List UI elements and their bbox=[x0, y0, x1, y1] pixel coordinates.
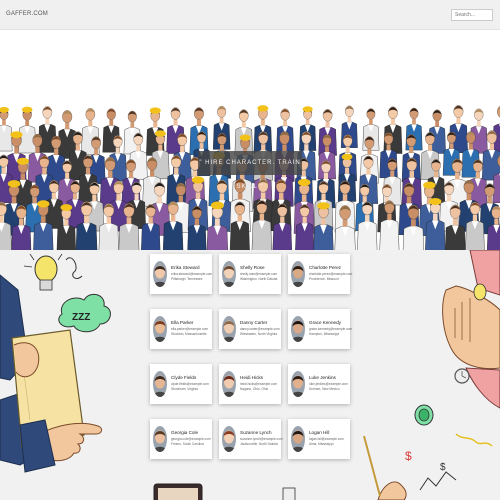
profile-name: Heidi Hicks bbox=[240, 375, 263, 380]
profile-location: Washington, North Dakota bbox=[240, 277, 278, 281]
profile-location: Hampton, Mississippi bbox=[309, 332, 340, 336]
team-section: ZZZ $ $ Erika Steward erika.steward@exam… bbox=[0, 250, 500, 500]
profile-email[interactable]: clyde.fields@example.com bbox=[171, 382, 209, 386]
crowd-person bbox=[383, 106, 403, 154]
profile-name: Danny Carter bbox=[240, 320, 268, 325]
profile-card[interactable]: Suzanne Lynch suzanne.lynch@example.com Ja… bbox=[219, 419, 283, 459]
profile-email[interactable]: heidi.hicks@example.com bbox=[240, 382, 277, 386]
profile-location: Stockton, Massachusetts bbox=[171, 332, 207, 336]
profile-email[interactable]: danny.carter@example.com bbox=[240, 327, 280, 331]
speech-bubble-illustration: ZZZ bbox=[58, 293, 111, 333]
profile-email[interactable]: luke.jenkins@example.com bbox=[309, 382, 348, 386]
profile-location: Jacksonville, North Dakota bbox=[240, 442, 278, 446]
profile-name: Luke Jenkins bbox=[309, 375, 336, 380]
search-input[interactable] bbox=[451, 9, 493, 21]
lightbulb-icon bbox=[23, 253, 63, 291]
profile-card[interactable]: Grace Kennedy grace.kennedy@example.com Ha… bbox=[288, 309, 352, 349]
crowd-person bbox=[18, 106, 37, 154]
profile-email[interactable]: grace.kennedy@example.com bbox=[309, 327, 352, 331]
svg-text:ZZZ: ZZZ bbox=[72, 312, 90, 323]
profile-card[interactable]: Ella Parker ella.parker@example.com Stockt… bbox=[150, 309, 212, 349]
small-lightbulb-icon bbox=[473, 283, 487, 301]
crowd-person bbox=[189, 107, 209, 155]
profile-location: Alma, Mississippi bbox=[309, 442, 334, 446]
top-navbar: GAFFER.COM bbox=[0, 0, 500, 30]
profile-name: Charlotte Perez bbox=[309, 265, 341, 270]
profile-email[interactable]: erika.steward@example.com bbox=[171, 272, 212, 276]
avatar bbox=[222, 371, 236, 397]
pointing-hand-illustration bbox=[19, 419, 103, 473]
profile-location: Pittsburgh, Tennessee bbox=[171, 277, 203, 281]
profile-location: Durham, New Mexico bbox=[309, 387, 340, 391]
avatar bbox=[291, 371, 305, 397]
profile-email[interactable]: shelly.rose@example.com bbox=[240, 272, 277, 276]
hero-tagline: " HIRE CHARACTER. TRAIN SKILL " bbox=[198, 151, 302, 190]
profile-name: Erika Steward bbox=[171, 265, 200, 270]
profile-email[interactable]: ella.parker@example.com bbox=[171, 327, 208, 331]
avatar bbox=[153, 426, 167, 452]
profile-card[interactable]: Logan Hill logan.hill@example.com Alma, Mi… bbox=[288, 419, 350, 459]
profile-name: Clyde Fields bbox=[171, 375, 197, 380]
profile-email[interactable]: charlotte.perez@example.com bbox=[309, 272, 352, 276]
profile-card[interactable]: Georgia Cole georgia.cole@example.com Fres… bbox=[150, 419, 212, 459]
avatar bbox=[153, 371, 167, 397]
crowd-illustration bbox=[0, 105, 500, 250]
crowd-person bbox=[0, 106, 13, 152]
profile-name: Suzanne Lynch bbox=[240, 430, 272, 435]
right-hand-illustration bbox=[442, 250, 500, 409]
avatar bbox=[291, 426, 305, 452]
svg-text:$: $ bbox=[405, 449, 412, 463]
avatar bbox=[222, 426, 236, 452]
profile-card[interactable]: Shelly Rose shelly.rose@example.com Washin… bbox=[219, 254, 281, 294]
avatar bbox=[222, 261, 236, 287]
svg-text:$: $ bbox=[440, 462, 446, 473]
hero-banner: " HIRE CHARACTER. TRAIN SKILL " bbox=[0, 30, 500, 250]
profile-location: Stoneham, Virginia bbox=[171, 387, 198, 391]
profile-card[interactable]: Charlotte Perez charlotte.perez@example.c… bbox=[288, 254, 352, 294]
profile-email[interactable]: suzanne.lynch@example.com bbox=[240, 437, 283, 441]
profile-location: Nagano, Ohio, Ohio bbox=[240, 387, 269, 391]
profile-location: Fresno, South Carolina bbox=[171, 442, 204, 446]
profile-name: Grace Kennedy bbox=[309, 320, 341, 325]
site-logo[interactable]: GAFFER.COM bbox=[6, 11, 48, 17]
profile-card[interactable]: Erika Steward erika.steward@example.com Pi… bbox=[150, 254, 212, 294]
profile-card[interactable]: Luke Jenkins luke.jenkins@example.com Durh… bbox=[288, 364, 350, 404]
profile-email[interactable]: logan.hill@example.com bbox=[309, 437, 344, 441]
profile-card[interactable]: Heidi Hicks heidi.hicks@example.com Nagano… bbox=[219, 364, 281, 404]
target-icon bbox=[414, 404, 434, 426]
profile-location: Wiesbaden, North Virginia bbox=[240, 332, 277, 336]
profile-name: Shelly Rose bbox=[240, 265, 265, 270]
avatar bbox=[291, 261, 305, 287]
profile-card[interactable]: Danny Carter danny.carter@example.com Wies… bbox=[219, 309, 281, 349]
avatar bbox=[153, 261, 167, 287]
profile-name: Georgia Cole bbox=[171, 430, 199, 435]
profile-name: Ella Parker bbox=[171, 320, 194, 325]
avatar bbox=[222, 316, 236, 342]
profile-location: Providence, Missouri bbox=[309, 277, 339, 281]
profile-name: Logan Hill bbox=[309, 430, 330, 435]
profile-card[interactable]: Clyde Fields clyde.fields@example.com Ston… bbox=[150, 364, 212, 404]
avatar bbox=[291, 316, 305, 342]
avatar bbox=[153, 316, 167, 342]
profile-email[interactable]: georgia.cole@example.com bbox=[171, 437, 211, 441]
